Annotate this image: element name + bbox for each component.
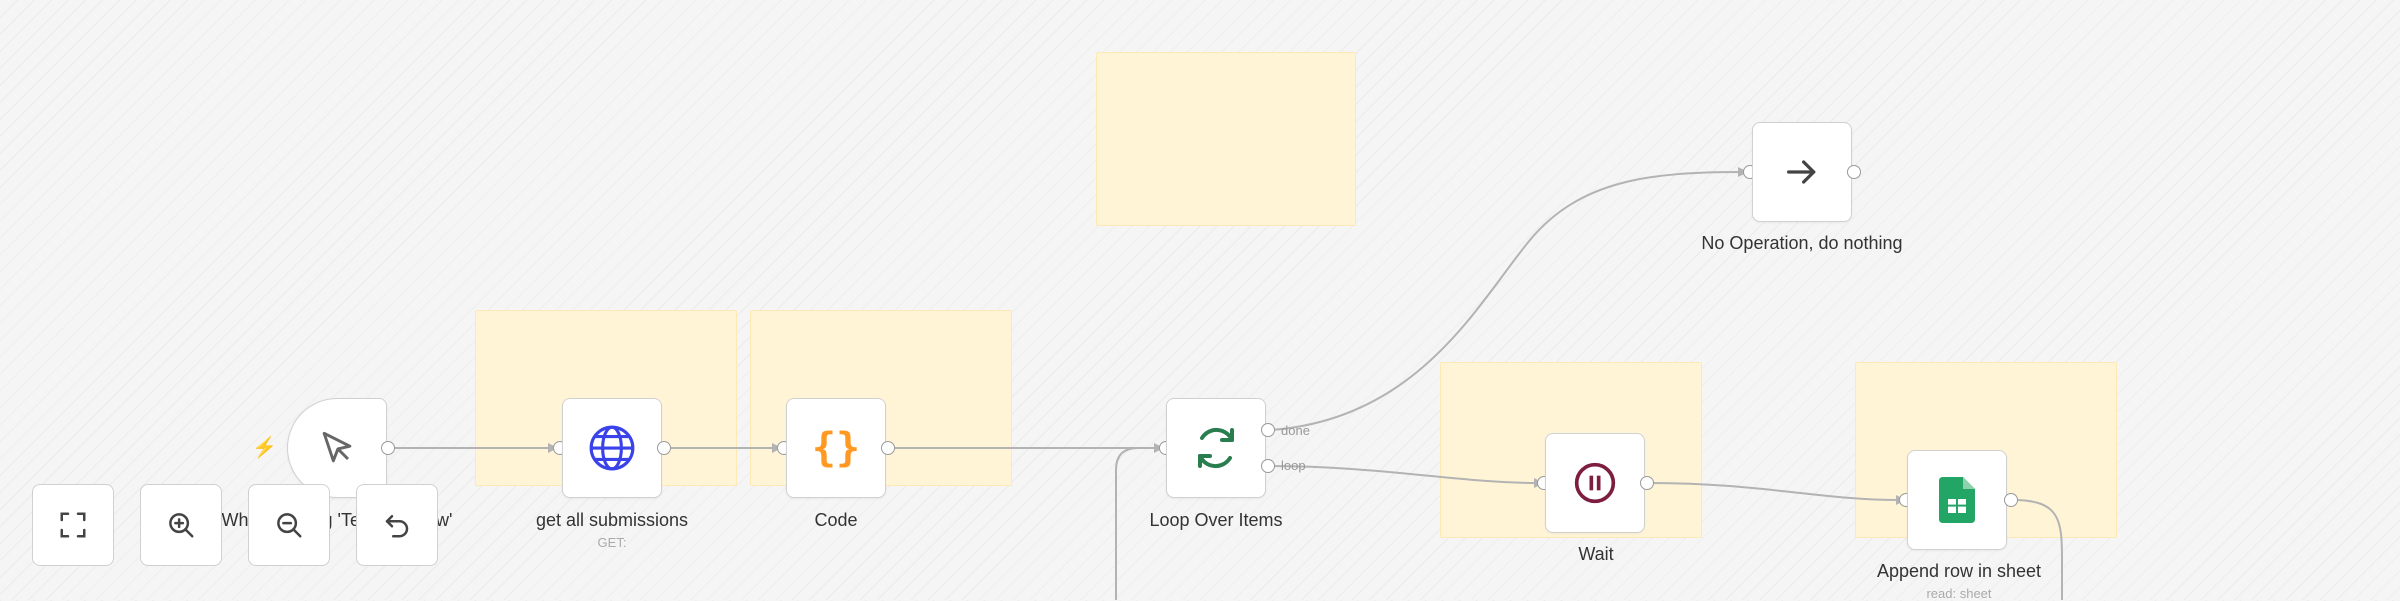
google-sheets-icon [1939, 477, 1975, 523]
connection-loop-done-noop [1269, 171, 1743, 431]
node-loop-over-items[interactable] [1166, 398, 1266, 498]
zoom-in-icon [169, 513, 194, 538]
globe-icon [589, 425, 635, 471]
node-label: No Operation, do nothing [1701, 233, 1903, 253]
node-google-sheets[interactable] [1907, 450, 2007, 550]
node-label: Code [814, 510, 858, 530]
node-no-operation[interactable] [1752, 122, 1852, 222]
output-port[interactable] [381, 441, 395, 455]
output-port-loop[interactable] [1261, 459, 1275, 473]
node-manual-trigger[interactable] [287, 398, 387, 498]
node-label: Loop Over Items [1149, 510, 1283, 530]
cursor-pointer-icon [322, 431, 352, 463]
workflow-canvas[interactable]: ⚡ When clicking 'Test workflow' get all … [0, 0, 2400, 601]
zoom-out-icon [277, 513, 302, 538]
output-port-done[interactable] [1261, 423, 1275, 437]
lightning-icon: ⚡ [252, 437, 277, 459]
output-port[interactable] [657, 441, 671, 455]
port-label-done: done [1281, 423, 1310, 438]
refresh-icon [1198, 427, 1234, 469]
zoom-out-button[interactable] [248, 484, 330, 566]
connection-loop-wait [1269, 465, 1539, 484]
undo-button[interactable] [356, 484, 438, 566]
zoom-in-button[interactable] [140, 484, 222, 566]
arrow-right-icon [1787, 160, 1816, 184]
port-label-loop: loop [1281, 458, 1306, 473]
node-subtitle: read: sheet [1926, 586, 1992, 601]
node-code[interactable]: {} [786, 398, 886, 498]
node-label: Append row in sheet [1876, 561, 2042, 581]
fullscreen-icon [60, 512, 86, 538]
node-label: get all submissions [535, 510, 689, 530]
node-label: Wait [1578, 544, 1614, 564]
connection-wait-sheets [1649, 482, 1901, 501]
fit-view-button[interactable] [32, 484, 114, 566]
output-port[interactable] [881, 441, 895, 455]
output-port[interactable] [1847, 165, 1861, 179]
connection-sheets-return [2012, 499, 2063, 600]
undo-icon [385, 515, 409, 538]
node-http-request[interactable] [562, 398, 662, 498]
code-braces-icon: {} [811, 425, 861, 471]
node-subtitle: GET: [597, 535, 627, 550]
output-port[interactable] [1640, 476, 1654, 490]
output-port[interactable] [2004, 493, 2018, 507]
node-wait[interactable] [1545, 433, 1645, 533]
pause-icon [1574, 462, 1616, 504]
